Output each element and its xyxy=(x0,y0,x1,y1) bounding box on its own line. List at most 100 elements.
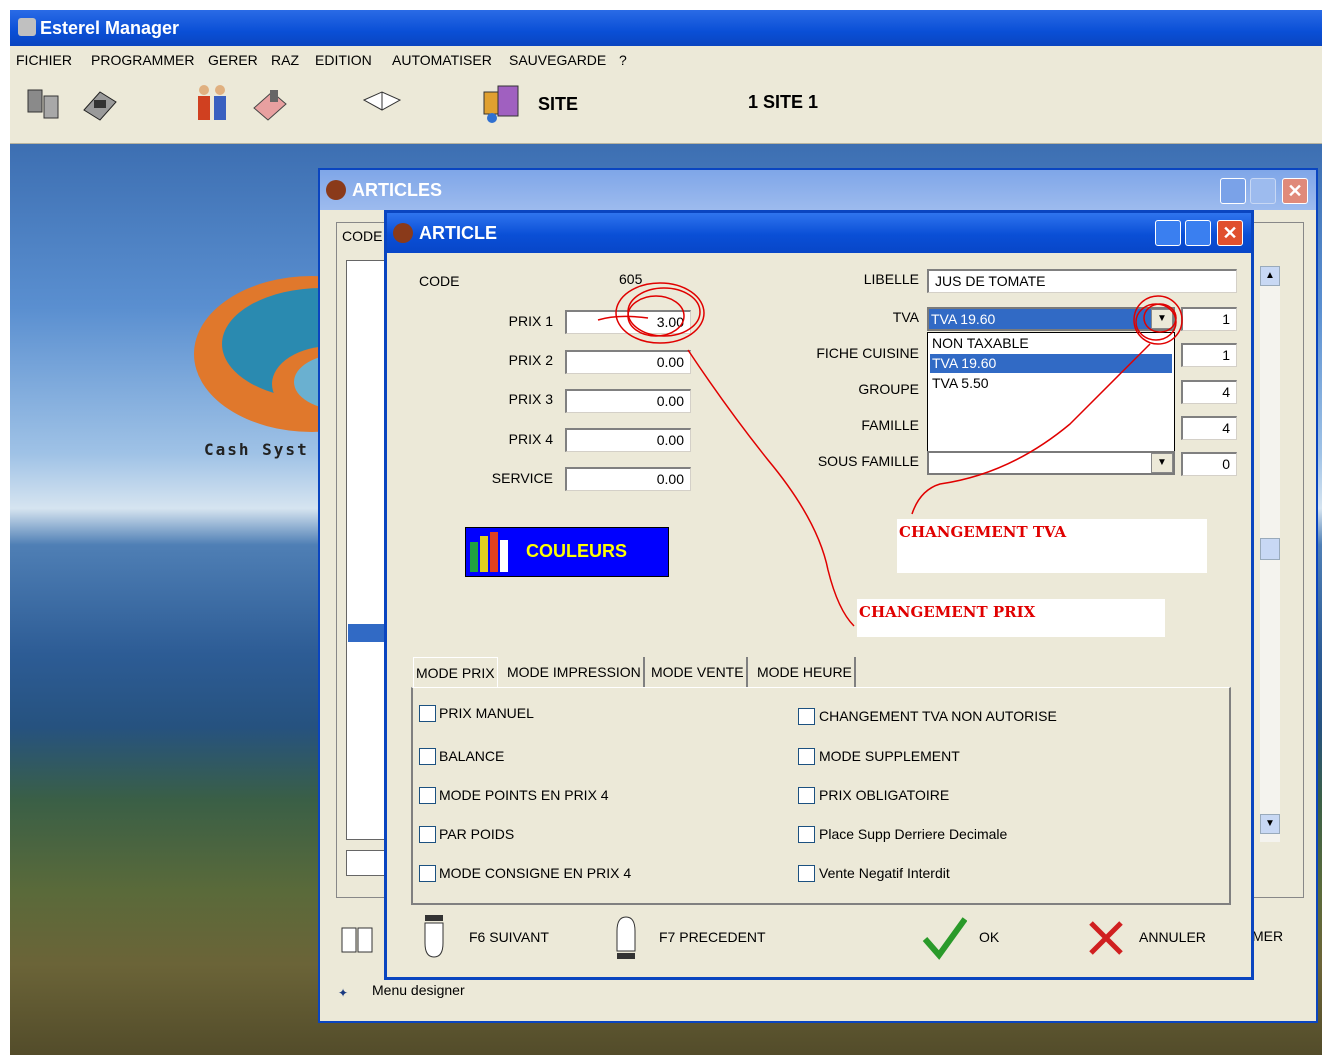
famille-label: FAMILLE xyxy=(861,417,919,433)
site-label: SITE xyxy=(538,94,579,114)
groupe-code-input[interactable]: 4 xyxy=(1181,380,1237,404)
famille-code-input[interactable]: 4 xyxy=(1181,416,1237,440)
computers-icon[interactable] xyxy=(24,84,64,124)
fiche-cuisine-label: FICHE CUISINE xyxy=(816,345,919,361)
ok-button[interactable]: OK xyxy=(921,913,1011,963)
libelle-label: LIBELLE xyxy=(863,271,919,287)
tva-option-non-taxable[interactable]: NON TAXABLE xyxy=(930,334,1172,353)
menu-raz[interactable]: RAZ xyxy=(271,52,299,68)
article-maximize-button[interactable] xyxy=(1185,220,1211,246)
annotation-changement-tva: CHANGEMENT TVA xyxy=(897,519,1207,573)
menu-sauvegarde[interactable]: SAUVEGARDE xyxy=(509,52,606,68)
article-title: ARTICLE xyxy=(419,223,497,243)
menu-bar: FICHIER PROGRAMMER GERER RAZ EDITION AUT… xyxy=(10,46,1322,74)
menu-automatiser[interactable]: AUTOMATISER xyxy=(392,52,492,68)
label-mode-supplement[interactable]: MODE SUPPLEMENT xyxy=(819,748,960,764)
checkbox-vente-negatif[interactable] xyxy=(798,865,815,882)
checkbox-mode-points[interactable] xyxy=(419,787,436,804)
article-title-bar: ARTICLE ✕ xyxy=(387,213,1251,253)
couleurs-button[interactable]: COULEURS xyxy=(465,527,669,577)
cash-register-icon[interactable] xyxy=(80,84,120,124)
hand-up-icon xyxy=(616,916,636,959)
article-close-button[interactable]: ✕ xyxy=(1217,220,1243,246)
articles-minimize-button[interactable] xyxy=(1220,178,1246,204)
articles-close-button[interactable]: ✕ xyxy=(1282,178,1308,204)
checkbox-place-supp[interactable] xyxy=(798,826,815,843)
sous-famille-code-input[interactable]: 0 xyxy=(1181,452,1237,476)
scroll-thumb[interactable] xyxy=(1260,538,1280,560)
checkbox-changement-tva[interactable] xyxy=(798,708,815,725)
tva-option-19-60[interactable]: TVA 19.60 xyxy=(930,354,1172,373)
tva-dropdown-arrow-icon[interactable]: ▼ xyxy=(1151,309,1173,329)
checkbox-mode-consigne[interactable] xyxy=(419,865,436,882)
prix-4-label: PRIX 4 xyxy=(508,431,553,447)
annuler-button[interactable]: ANNULER xyxy=(1087,913,1217,963)
articles-print-button-partial[interactable]: MER xyxy=(1252,928,1283,944)
suivant-button[interactable]: F6 SUIVANT xyxy=(417,913,587,963)
column-code: CODE xyxy=(342,228,383,244)
tva-select[interactable]: TVA 19.60 ▼ xyxy=(927,307,1175,331)
checkbox-prix-manuel[interactable] xyxy=(419,705,436,722)
site-icon[interactable] xyxy=(480,82,520,123)
label-mode-points[interactable]: MODE POINTS EN PRIX 4 xyxy=(439,787,609,803)
prix-4-input[interactable]: 0.00 xyxy=(565,428,691,452)
label-changement-tva[interactable]: CHANGEMENT TVA NON AUTORISE xyxy=(819,708,1057,724)
tva-label: TVA xyxy=(892,309,919,325)
book-icon[interactable] xyxy=(362,88,402,128)
scroll-up-icon[interactable]: ▲ xyxy=(1260,266,1280,286)
tab-mode-prix[interactable]: MODE PRIX xyxy=(413,657,498,688)
scroll-down-icon[interactable]: ▼ xyxy=(1260,814,1280,834)
checkbox-prix-obligatoire[interactable] xyxy=(798,787,815,804)
status-menu-designer[interactable]: Menu designer xyxy=(372,982,465,998)
article-minimize-button[interactable] xyxy=(1155,220,1181,246)
tab-mode-heure[interactable]: MODE HEURE xyxy=(755,657,856,687)
sous-famille-label: SOUS FAMILLE xyxy=(817,453,919,469)
toolbar: SITE 1 SITE 1 xyxy=(10,74,1322,144)
precedent-button[interactable]: F7 PRECEDENT xyxy=(609,913,799,963)
prix-2-input[interactable]: 0.00 xyxy=(565,350,691,374)
articles-maximize-button[interactable] xyxy=(1250,178,1276,204)
label-prix-manuel[interactable]: PRIX MANUEL xyxy=(439,705,534,721)
label-mode-consigne[interactable]: MODE CONSIGNE EN PRIX 4 xyxy=(439,865,631,881)
service-input[interactable]: 0.00 xyxy=(565,467,691,491)
tva-option-5-50[interactable]: TVA 5.50 xyxy=(930,374,1172,393)
stamp-icon[interactable] xyxy=(250,86,290,126)
label-place-supp[interactable]: Place Supp Derriere Decimale xyxy=(819,826,1007,842)
app-icon xyxy=(18,18,36,36)
groupe-label: GROUPE xyxy=(858,381,919,397)
label-balance[interactable]: BALANCE xyxy=(439,748,504,764)
menu-help[interactable]: ? xyxy=(619,52,627,68)
label-vente-negatif[interactable]: Vente Negatif Interdit xyxy=(819,865,950,881)
annotation-changement-prix: CHANGEMENT PRIX xyxy=(857,599,1165,637)
tab-mode-impression[interactable]: MODE IMPRESSION xyxy=(505,657,645,687)
label-prix-obligatoire[interactable]: PRIX OBLIGATOIRE xyxy=(819,787,949,803)
ok-label: OK xyxy=(979,929,1000,945)
users-icon[interactable] xyxy=(192,82,232,122)
tva-code-input[interactable]: 1 xyxy=(1181,307,1237,331)
menu-programmer[interactable]: PROGRAMMER xyxy=(91,52,194,68)
label-par-poids[interactable]: PAR POIDS xyxy=(439,826,514,842)
checkbox-mode-supplement[interactable] xyxy=(798,748,815,765)
annuler-label: ANNULER xyxy=(1139,929,1206,945)
tab-mode-vente[interactable]: MODE VENTE xyxy=(649,657,748,687)
prix-2-label: PRIX 2 xyxy=(508,352,553,368)
libelle-input[interactable]: JUS DE TOMATE xyxy=(927,269,1237,293)
menu-edition[interactable]: EDITION xyxy=(315,52,372,68)
book-open-icon[interactable] xyxy=(338,922,378,958)
prix-1-input[interactable]: 3.00 xyxy=(565,310,691,334)
cross-icon xyxy=(1089,921,1123,955)
paint-tubes-icon xyxy=(470,532,508,572)
sous-famille-select[interactable]: ▼ xyxy=(927,451,1175,475)
checkbox-balance[interactable] xyxy=(419,748,436,765)
precedent-label: F7 PRECEDENT xyxy=(659,929,766,945)
prix-3-input[interactable]: 0.00 xyxy=(565,389,691,413)
articles-app-icon xyxy=(326,180,346,200)
prix-3-label: PRIX 3 xyxy=(508,391,553,407)
fiche-cuisine-code-input[interactable]: 1 xyxy=(1181,343,1237,367)
couleurs-label: COULEURS xyxy=(526,541,628,561)
menu-gerer[interactable]: GERER xyxy=(208,52,258,68)
menu-fichier[interactable]: FICHIER xyxy=(16,52,72,68)
checkbox-par-poids[interactable] xyxy=(419,826,436,843)
sous-famille-dropdown-arrow-icon[interactable]: ▼ xyxy=(1151,453,1173,473)
articles-scrollbar[interactable]: ▲ ▼ xyxy=(1260,266,1280,842)
